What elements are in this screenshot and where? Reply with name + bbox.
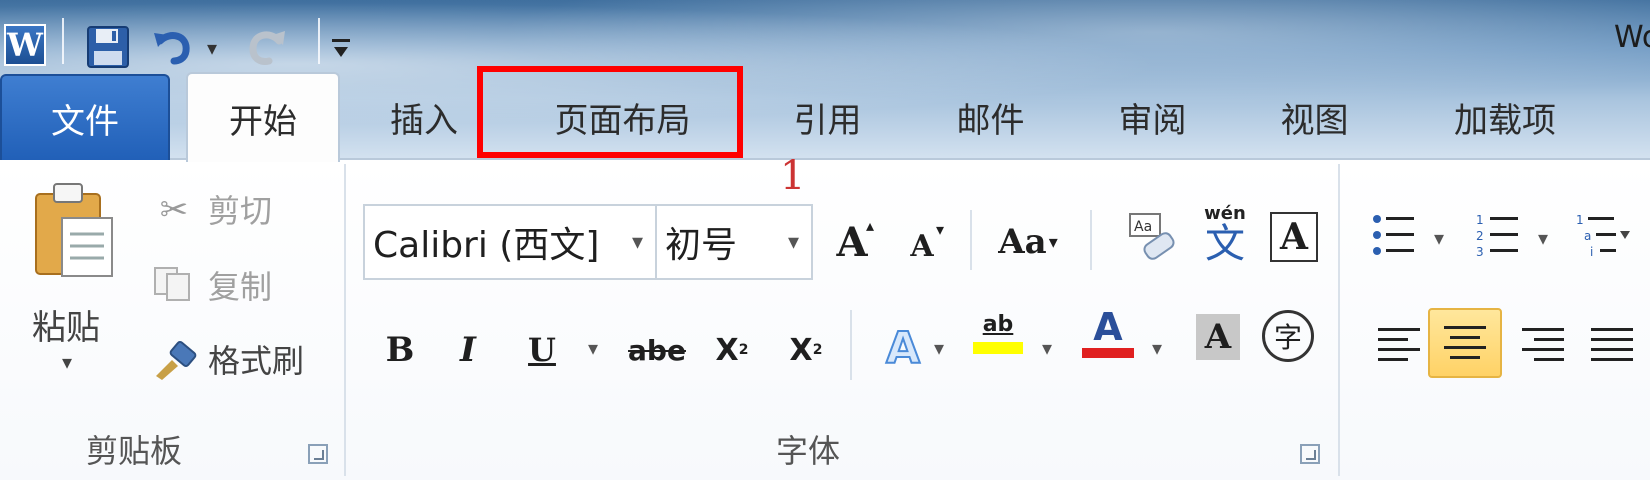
- font-combo: Calibri (西文] ▾ 初号 ▾: [363, 204, 813, 280]
- chevron-down-icon: ▾: [1048, 231, 1058, 253]
- bold-button[interactable]: B: [380, 320, 420, 380]
- tab-home[interactable]: 开始: [186, 72, 340, 162]
- undo-dropdown-icon[interactable]: ▾: [200, 28, 224, 68]
- chevron-down-icon[interactable]: ▾: [788, 230, 799, 255]
- font-color-icon: A: [1093, 305, 1123, 349]
- svg-text:i: i: [1590, 245, 1593, 257]
- format-painter-button[interactable]: 格式刷: [208, 336, 304, 382]
- font-color-button[interactable]: A: [1080, 306, 1136, 360]
- scissors-icon: ✂: [159, 190, 189, 230]
- group-separator: [1090, 210, 1092, 270]
- shrink-font-icon: A: [910, 228, 934, 264]
- cut-button[interactable]: 剪切: [208, 186, 272, 232]
- font-name-value: Calibri (西文]: [373, 225, 600, 266]
- format-painter-icon: [150, 338, 200, 382]
- font-group-label: 字体: [776, 432, 841, 470]
- annotation-number: 1: [780, 153, 806, 199]
- svg-text:a: a: [1584, 229, 1591, 243]
- highlight-box: [477, 66, 743, 158]
- tab-file[interactable]: 文件: [0, 74, 170, 160]
- subscript-button[interactable]: X2: [708, 320, 756, 380]
- font-name-select[interactable]: Calibri (西文] ▾: [365, 206, 657, 278]
- word-logo-icon[interactable]: W: [4, 24, 46, 66]
- numbering-dropdown-icon[interactable]: ▾: [1538, 226, 1548, 250]
- justify-button[interactable]: [1582, 312, 1642, 378]
- ribbon: 粘贴 ▾ ✂ 剪切 复制 格式刷 剪贴板 Calibri (西文] ▾ 初号 ▾…: [0, 158, 1650, 480]
- customize-qat-icon[interactable]: [328, 28, 354, 68]
- bullets-icon[interactable]: [1370, 210, 1420, 260]
- font-color-dropdown-icon[interactable]: ▾: [1152, 336, 1162, 360]
- align-right-button[interactable]: [1510, 312, 1576, 378]
- group-separator: [1338, 164, 1340, 476]
- numbering-icon[interactable]: 1 2 3: [1474, 210, 1524, 260]
- save-icon[interactable]: [82, 22, 134, 72]
- align-left-button[interactable]: [1366, 312, 1432, 378]
- tab-view[interactable]: 视图: [1267, 74, 1362, 160]
- strikethrough-button[interactable]: abe: [622, 320, 692, 380]
- word-window: W ▾ W 文件 开始 插入 页面布局 引用 邮件 审阅 视图 加载项 1 粘贴…: [0, 0, 1650, 480]
- superscript-x: X: [789, 332, 813, 368]
- highlight-button[interactable]: ab: [970, 306, 1026, 360]
- phonetic-guide-button[interactable]: wén 文: [1196, 204, 1254, 266]
- svg-text:Aa: Aa: [1134, 219, 1152, 235]
- redo-icon[interactable]: [240, 22, 292, 72]
- grow-font-icon: A: [836, 218, 868, 266]
- clear-formatting-icon[interactable]: Aa: [1126, 210, 1180, 266]
- tab-mailings[interactable]: 邮件: [943, 74, 1038, 160]
- font-color-bar: [1082, 348, 1134, 358]
- text-effects-button[interactable]: A: [878, 318, 928, 378]
- superscript-button[interactable]: X2: [782, 320, 830, 380]
- paste-dropdown-icon[interactable]: ▾: [62, 350, 72, 374]
- font-size-value: 初号: [665, 225, 738, 266]
- highlight-dropdown-icon[interactable]: ▾: [1042, 336, 1052, 360]
- phonetic-char: 文: [1205, 221, 1245, 267]
- svg-text:1: 1: [1576, 213, 1584, 227]
- copy-icon: [150, 264, 196, 304]
- svg-text:1: 1: [1476, 213, 1484, 227]
- character-shading-button[interactable]: A: [1196, 314, 1240, 360]
- bullets-dropdown-icon[interactable]: ▾: [1434, 226, 1444, 250]
- tab-addins[interactable]: 加载项: [1430, 74, 1580, 160]
- change-case-icon: Aa: [998, 222, 1047, 262]
- window-title: Wo: [1614, 20, 1650, 55]
- underline-dropdown-icon[interactable]: ▾: [588, 336, 598, 360]
- svg-text:2: 2: [1476, 229, 1484, 243]
- caret-up-icon: ▴: [865, 216, 874, 235]
- tab-insert[interactable]: 插入: [362, 74, 486, 160]
- group-separator: [850, 310, 852, 380]
- text-effects-dropdown-icon[interactable]: ▾: [934, 336, 944, 360]
- align-center-button[interactable]: [1428, 308, 1502, 378]
- clipboard-dialog-launcher-icon[interactable]: [308, 444, 328, 464]
- qat-separator: [62, 18, 64, 64]
- font-dialog-launcher-icon[interactable]: [1300, 444, 1320, 464]
- highlight-color-bar: [973, 342, 1023, 354]
- chevron-down-icon[interactable]: ▾: [632, 230, 643, 255]
- undo-icon[interactable]: [150, 22, 196, 72]
- caret-down-icon: ▾: [935, 220, 944, 239]
- multilevel-list-icon[interactable]: 1 a i: [1574, 210, 1634, 260]
- group-separator: [970, 210, 972, 270]
- change-case-button[interactable]: Aa ▾: [992, 218, 1064, 266]
- tab-review[interactable]: 审阅: [1105, 74, 1200, 160]
- underline-button[interactable]: U: [522, 320, 562, 380]
- grow-font-button[interactable]: A ▴: [828, 216, 876, 268]
- group-separator: [344, 164, 346, 476]
- svg-text:3: 3: [1476, 245, 1484, 257]
- paste-icon[interactable]: [26, 180, 122, 280]
- paste-button[interactable]: 粘贴: [32, 300, 100, 349]
- shrink-font-button[interactable]: A ▾: [900, 220, 944, 268]
- subscript-x: X: [715, 332, 739, 368]
- enclose-characters-button[interactable]: 字: [1262, 310, 1314, 362]
- subscript-mark: 2: [738, 342, 749, 358]
- qat-separator: [318, 18, 320, 64]
- clipboard-group-label: 剪贴板: [86, 432, 183, 470]
- superscript-mark: 2: [812, 342, 823, 358]
- character-border-button[interactable]: A: [1270, 212, 1318, 262]
- highlight-icon: ab: [982, 312, 1014, 337]
- italic-button[interactable]: I: [448, 320, 488, 380]
- tab-references[interactable]: 引用: [780, 74, 875, 160]
- font-size-select[interactable]: 初号 ▾: [657, 206, 811, 278]
- copy-button[interactable]: 复制: [208, 262, 272, 308]
